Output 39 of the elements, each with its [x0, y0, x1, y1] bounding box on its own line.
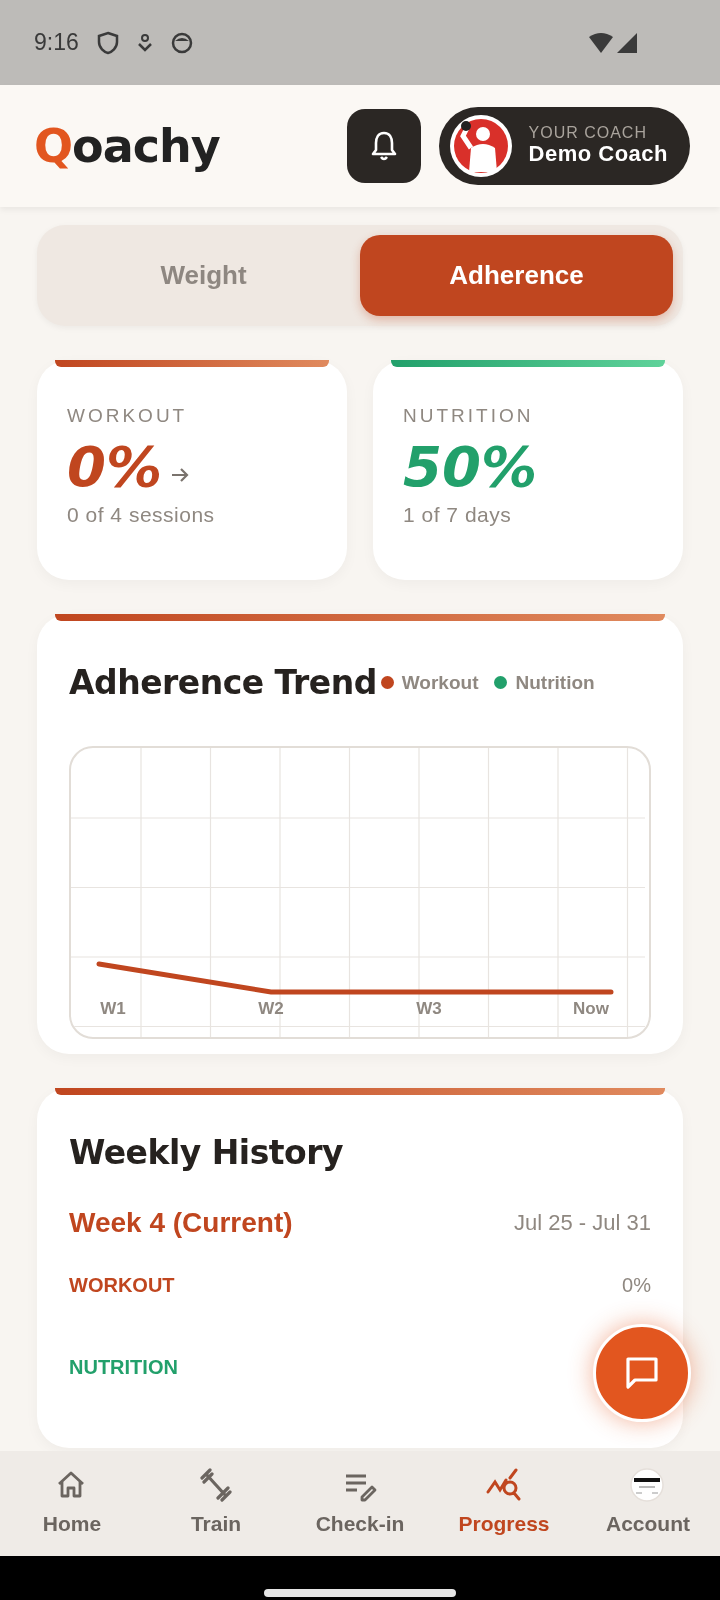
row-label: WORKOUT	[69, 1272, 175, 1298]
axis-label: W2	[258, 998, 284, 1018]
coach-name: Demo Coach	[528, 140, 668, 168]
legend-label: Nutrition	[515, 670, 595, 695]
signal-icon	[616, 31, 638, 54]
notifications-button[interactable]	[346, 109, 421, 183]
stat-value: 50%	[403, 434, 538, 499]
status-time: 9:16	[34, 28, 79, 58]
stat-detail: 0 of 4 sessions	[67, 501, 216, 528]
stat-label: WORKOUT	[67, 404, 189, 428]
tab[interactable]: Weight	[47, 235, 360, 316]
shield-icon	[96, 30, 119, 55]
chart-title: Adherence Trend	[69, 662, 377, 704]
axis-label: W3	[416, 998, 442, 1018]
nav-tab[interactable]: Train	[144, 1451, 288, 1556]
stat-label: NUTRITION	[403, 404, 535, 428]
section-title: Weekly History	[69, 1132, 345, 1174]
nav-tab[interactable]: Account	[576, 1451, 720, 1556]
notification-icon	[136, 33, 153, 52]
tab[interactable]: Adherence	[360, 235, 673, 316]
face-icon	[170, 31, 193, 54]
axis-label: W1	[100, 998, 126, 1018]
app-logo: Qoachy	[34, 117, 220, 175]
legend-label: Workout	[401, 670, 479, 695]
week-title: Week 4 (Current)	[69, 1205, 293, 1240]
stat-value: 0%	[67, 434, 163, 499]
nav-tab[interactable]: Home	[0, 1451, 144, 1556]
stat-detail: 1 of 7 days	[403, 501, 513, 528]
row-value: 0%	[622, 1272, 651, 1298]
nav-tab[interactable]: Check-in	[288, 1451, 432, 1556]
week-dates: Jul 25 - Jul 31	[514, 1209, 651, 1237]
axis-label: Now	[573, 998, 609, 1018]
wifi-icon	[588, 31, 614, 54]
coach-avatar	[448, 114, 513, 178]
row-label: NUTRITION	[69, 1354, 178, 1380]
dumbbell-icon	[198, 1467, 234, 1504]
coach-label: YOUR COACH	[528, 124, 648, 141]
coach-button[interactable]: YOUR COACH Demo Coach	[438, 107, 690, 185]
nav-tab[interactable]: Progress	[432, 1451, 576, 1556]
